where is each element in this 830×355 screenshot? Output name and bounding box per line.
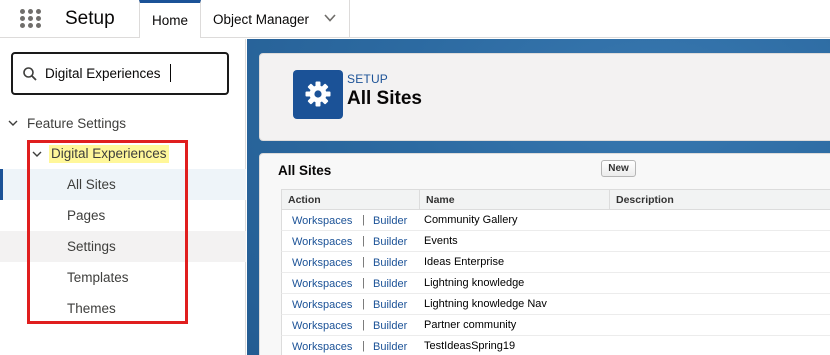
- action-separator: |: [362, 277, 365, 289]
- tree-feature-settings-label: Feature Settings: [27, 116, 127, 131]
- tab-home[interactable]: Home: [139, 0, 201, 38]
- action-separator: |: [362, 298, 365, 310]
- site-name: Partner community: [424, 319, 517, 331]
- action-separator: |: [362, 256, 365, 268]
- tab-object-manager[interactable]: Object Manager: [202, 0, 350, 38]
- workspaces-link[interactable]: Workspaces: [292, 236, 352, 248]
- annotation-highlight-box: [27, 140, 188, 324]
- quick-find-input[interactable]: Digital Experiences: [11, 52, 229, 95]
- table-row: Workspaces | Builder TestIdeasSpring19: [281, 336, 830, 355]
- column-header-description[interactable]: Description: [609, 189, 830, 210]
- table-row: Workspaces | Builder Partner community: [281, 315, 830, 336]
- builder-link[interactable]: Builder: [373, 215, 407, 227]
- tab-object-manager-label: Object Manager: [213, 12, 310, 27]
- text-cursor: [170, 64, 171, 82]
- builder-link[interactable]: Builder: [373, 299, 407, 311]
- all-sites-panel: All Sites New Action Name Description Wo…: [259, 153, 830, 355]
- workspaces-link[interactable]: Workspaces: [292, 320, 352, 332]
- action-separator: |: [362, 214, 365, 226]
- tree-feature-settings[interactable]: Feature Settings: [0, 108, 246, 139]
- tab-home-label: Home: [152, 13, 189, 28]
- gear-icon: [293, 70, 343, 119]
- table-row: Workspaces | Builder Ideas Enterprise: [281, 252, 830, 273]
- table-row: Workspaces | Builder Lightning knowledge: [281, 273, 830, 294]
- main-content: SETUP All Sites All Sites New Action Nam…: [247, 39, 830, 355]
- action-separator: |: [362, 340, 365, 352]
- workspaces-link[interactable]: Workspaces: [292, 278, 352, 290]
- action-separator: |: [362, 319, 365, 331]
- column-header-action[interactable]: Action: [281, 189, 419, 210]
- builder-link[interactable]: Builder: [373, 341, 407, 353]
- builder-link[interactable]: Builder: [373, 257, 407, 269]
- column-header-name[interactable]: Name: [419, 189, 609, 210]
- workspaces-link[interactable]: Workspaces: [292, 215, 352, 227]
- table-row: Workspaces | Builder Community Gallery: [281, 210, 830, 231]
- page-title: All Sites: [347, 88, 422, 109]
- site-name: Lightning knowledge Nav: [424, 298, 547, 310]
- site-name: Lightning knowledge: [424, 277, 525, 289]
- site-name: Ideas Enterprise: [424, 256, 505, 268]
- chevron-down-icon[interactable]: [8, 118, 18, 128]
- site-name: TestIdeasSpring19: [424, 340, 516, 352]
- builder-link[interactable]: Builder: [373, 278, 407, 290]
- table-row: Workspaces | Builder Events: [281, 231, 830, 252]
- quick-find-value: Digital Experiences: [45, 66, 161, 81]
- app-title: Setup: [65, 8, 115, 29]
- builder-link[interactable]: Builder: [373, 236, 407, 248]
- page-eyebrow: SETUP: [347, 72, 389, 86]
- app-launcher-icon[interactable]: [20, 9, 42, 29]
- search-icon: [23, 67, 37, 81]
- builder-link[interactable]: Builder: [373, 320, 407, 332]
- new-site-button[interactable]: New: [601, 160, 636, 177]
- table-row: Workspaces | Builder Lightning knowledge Na…: [281, 294, 830, 315]
- workspaces-link[interactable]: Workspaces: [292, 299, 352, 311]
- site-name: Events: [424, 235, 458, 247]
- site-name: Community Gallery: [424, 214, 518, 226]
- all-sites-heading: All Sites: [278, 163, 332, 178]
- page-header: SETUP All Sites: [259, 53, 830, 141]
- action-separator: |: [362, 235, 365, 247]
- workspaces-link[interactable]: Workspaces: [292, 257, 352, 269]
- chevron-down-icon[interactable]: [323, 11, 337, 25]
- global-header: Setup Home Object Manager: [0, 0, 830, 38]
- workspaces-link[interactable]: Workspaces: [292, 341, 352, 353]
